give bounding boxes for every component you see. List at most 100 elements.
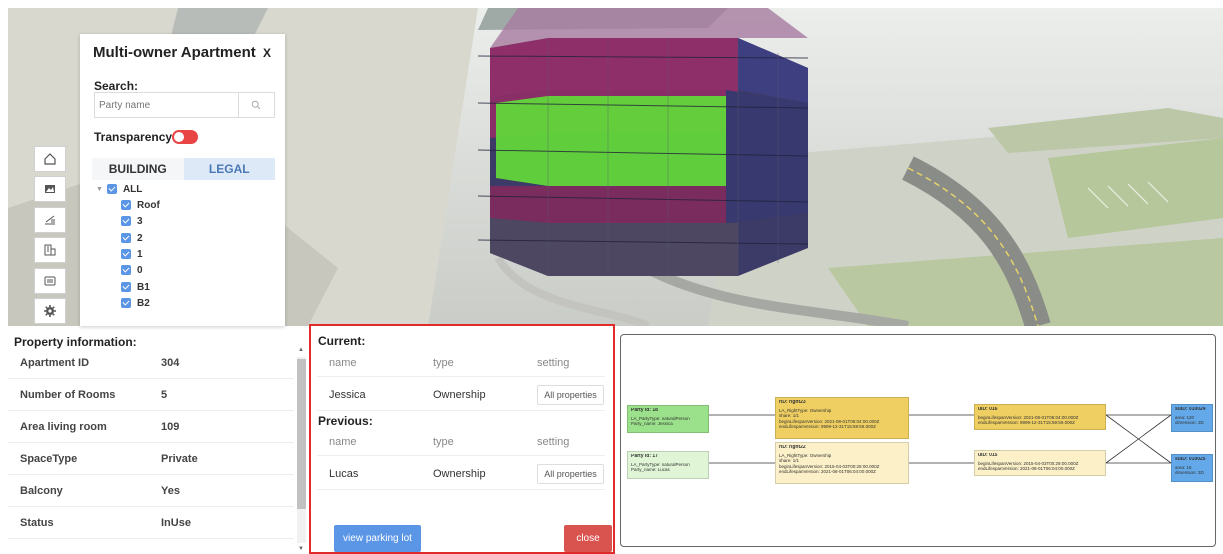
property-row: Area living room 109 (8, 411, 294, 443)
tree-item-label: 2 (137, 232, 143, 244)
uid-node[interactable]: uID: 015 beginLifespanVersion: 2015-04-0… (974, 450, 1106, 476)
home-button[interactable] (34, 146, 66, 172)
gear-icon (44, 305, 56, 317)
column-header-name: name (329, 357, 357, 369)
view-tabs: BUILDING LEGAL (92, 158, 275, 180)
property-key: Apartment ID (20, 357, 90, 369)
transparency-toggle[interactable] (172, 130, 198, 144)
property-value: 304 (161, 357, 180, 369)
node-title: rID: right23 (779, 400, 806, 405)
tree-item-roof[interactable]: Roof (121, 197, 160, 213)
ownership-diagram: Party id: 18 LA_PartyType: naturalPerson… (620, 334, 1216, 547)
home-icon (44, 153, 56, 165)
column-header-setting: setting (537, 357, 570, 369)
node-title: Party id: 17 (631, 454, 658, 459)
tab-legal[interactable]: LEGAL (183, 158, 275, 180)
divider (317, 376, 605, 377)
checkbox-icon[interactable] (121, 249, 131, 259)
scroll-down-icon[interactable]: ▼ (298, 546, 304, 552)
image-icon (45, 185, 55, 193)
node-line: endLifespanVersion: 2021-08-01T06:04:00.… (779, 469, 876, 474)
suid-node[interactable]: suID: 010024 area: 120 dimension: 3D (1171, 404, 1213, 432)
owner-setting-select[interactable]: All properties (537, 385, 604, 405)
node-line: endLifespanVersion: 9999-12-31T15:59:59.… (779, 424, 876, 429)
suid-node[interactable]: suID: 010025 area: 16 dimension: 3D (1171, 454, 1213, 482)
tree-item-label: Roof (137, 199, 160, 211)
view-parking-lot-button[interactable]: view parking lot (334, 525, 421, 552)
column-header-type: type (433, 357, 454, 369)
panel-close-button[interactable]: X (263, 46, 271, 60)
transparency-label: Transparency: (94, 130, 177, 144)
property-key: SpaceType (20, 453, 78, 465)
tree-item-2[interactable]: 2 (121, 230, 143, 246)
search-button[interactable] (238, 93, 274, 117)
divider (317, 489, 605, 490)
tab-building[interactable]: BUILDING (92, 158, 184, 180)
property-value: 109 (161, 421, 180, 433)
checkbox-icon[interactable] (121, 265, 131, 275)
tree-item-3[interactable]: 3 (121, 213, 143, 229)
right-node[interactable]: rID: right23 LA_RightType: Ownership sha… (775, 397, 909, 439)
property-value: 5 (161, 389, 168, 401)
node-title: Party id: 18 (631, 408, 658, 413)
node-title: uID: 015 (978, 453, 998, 458)
tree-item-b2[interactable]: B2 (121, 295, 150, 311)
settings-button[interactable] (34, 298, 66, 324)
search-input[interactable] (95, 93, 239, 117)
measure-button[interactable] (34, 207, 66, 233)
checkbox-icon[interactable] (106, 184, 117, 194)
column-header-name: name (329, 436, 357, 448)
tree-item-label: 3 (137, 215, 143, 227)
right-node[interactable]: rID: right22 LA_RightType: Ownership sha… (775, 442, 909, 484)
diagram-connectors (709, 414, 1172, 464)
tree-item-1[interactable]: 1 (121, 246, 143, 262)
toggle-knob (174, 132, 184, 142)
node-line: endLifespanVersion: 9999-12-31T15:59:59.… (978, 420, 1075, 425)
tree-item-label: 1 (137, 248, 143, 260)
close-button[interactable]: close (564, 525, 612, 552)
property-key: Area living room (20, 421, 107, 433)
layers-icon (44, 276, 56, 286)
property-row: Balcony Yes (8, 475, 294, 507)
checkbox-icon[interactable] (121, 200, 131, 210)
divider (317, 410, 605, 411)
property-key: Balcony (20, 485, 63, 497)
property-row: Number of Rooms 5 (8, 379, 294, 411)
checkbox-icon[interactable] (121, 298, 131, 308)
owner-type: Ownership (433, 468, 486, 480)
party-node[interactable]: Party id: 18 LA_PartyType: naturalPerson… (627, 405, 709, 433)
measure-icon (45, 215, 55, 225)
tree-item-label: B1 (137, 281, 150, 293)
search-label: Search: (94, 79, 139, 93)
scroll-thumb[interactable] (297, 359, 306, 509)
node-title: suID: 010024 (1175, 407, 1206, 412)
owner-setting-select[interactable]: All properties (537, 464, 604, 484)
checkbox-icon[interactable] (121, 233, 131, 243)
layers-button[interactable] (34, 268, 66, 294)
property-value: Private (161, 453, 198, 465)
scroll-up-icon[interactable]: ▲ (298, 347, 304, 353)
node-title: suID: 010025 (1175, 457, 1206, 462)
panel-title: Multi-owner Apartment (93, 44, 256, 61)
property-info-panel: Property information: Apartment ID 304 Nu… (8, 333, 306, 554)
property-value: InUse (161, 517, 191, 529)
property-row: SpaceType Private (8, 443, 294, 475)
node-title: uID: 016 (978, 407, 998, 412)
property-row: Apartment ID 304 (8, 347, 294, 379)
node-line: Party_name: Jessica (631, 421, 673, 426)
property-scrollbar[interactable]: ▲ ▼ (297, 347, 306, 554)
party-node[interactable]: Party id: 17 LA_PartyType: naturalPerson… (627, 451, 709, 479)
checkbox-icon[interactable] (121, 282, 131, 292)
property-row: Status InUse (8, 507, 294, 539)
tree-item-b1[interactable]: B1 (121, 279, 150, 295)
ownership-panel: Current: name type setting Jessica Owner… (309, 324, 615, 554)
tree-item-0[interactable]: 0 (121, 262, 143, 278)
owner-name: Lucas (329, 468, 359, 480)
tree-item-all[interactable]: ▼ ALL (96, 181, 142, 197)
node-line: dimension: 3D (1175, 470, 1204, 475)
building-button[interactable] (34, 237, 66, 263)
checkbox-icon[interactable] (121, 216, 131, 226)
uid-node[interactable]: uID: 016 beginLifespanVersion: 2021-08-0… (974, 404, 1106, 430)
search-icon (251, 100, 261, 110)
image-button[interactable] (34, 176, 66, 202)
